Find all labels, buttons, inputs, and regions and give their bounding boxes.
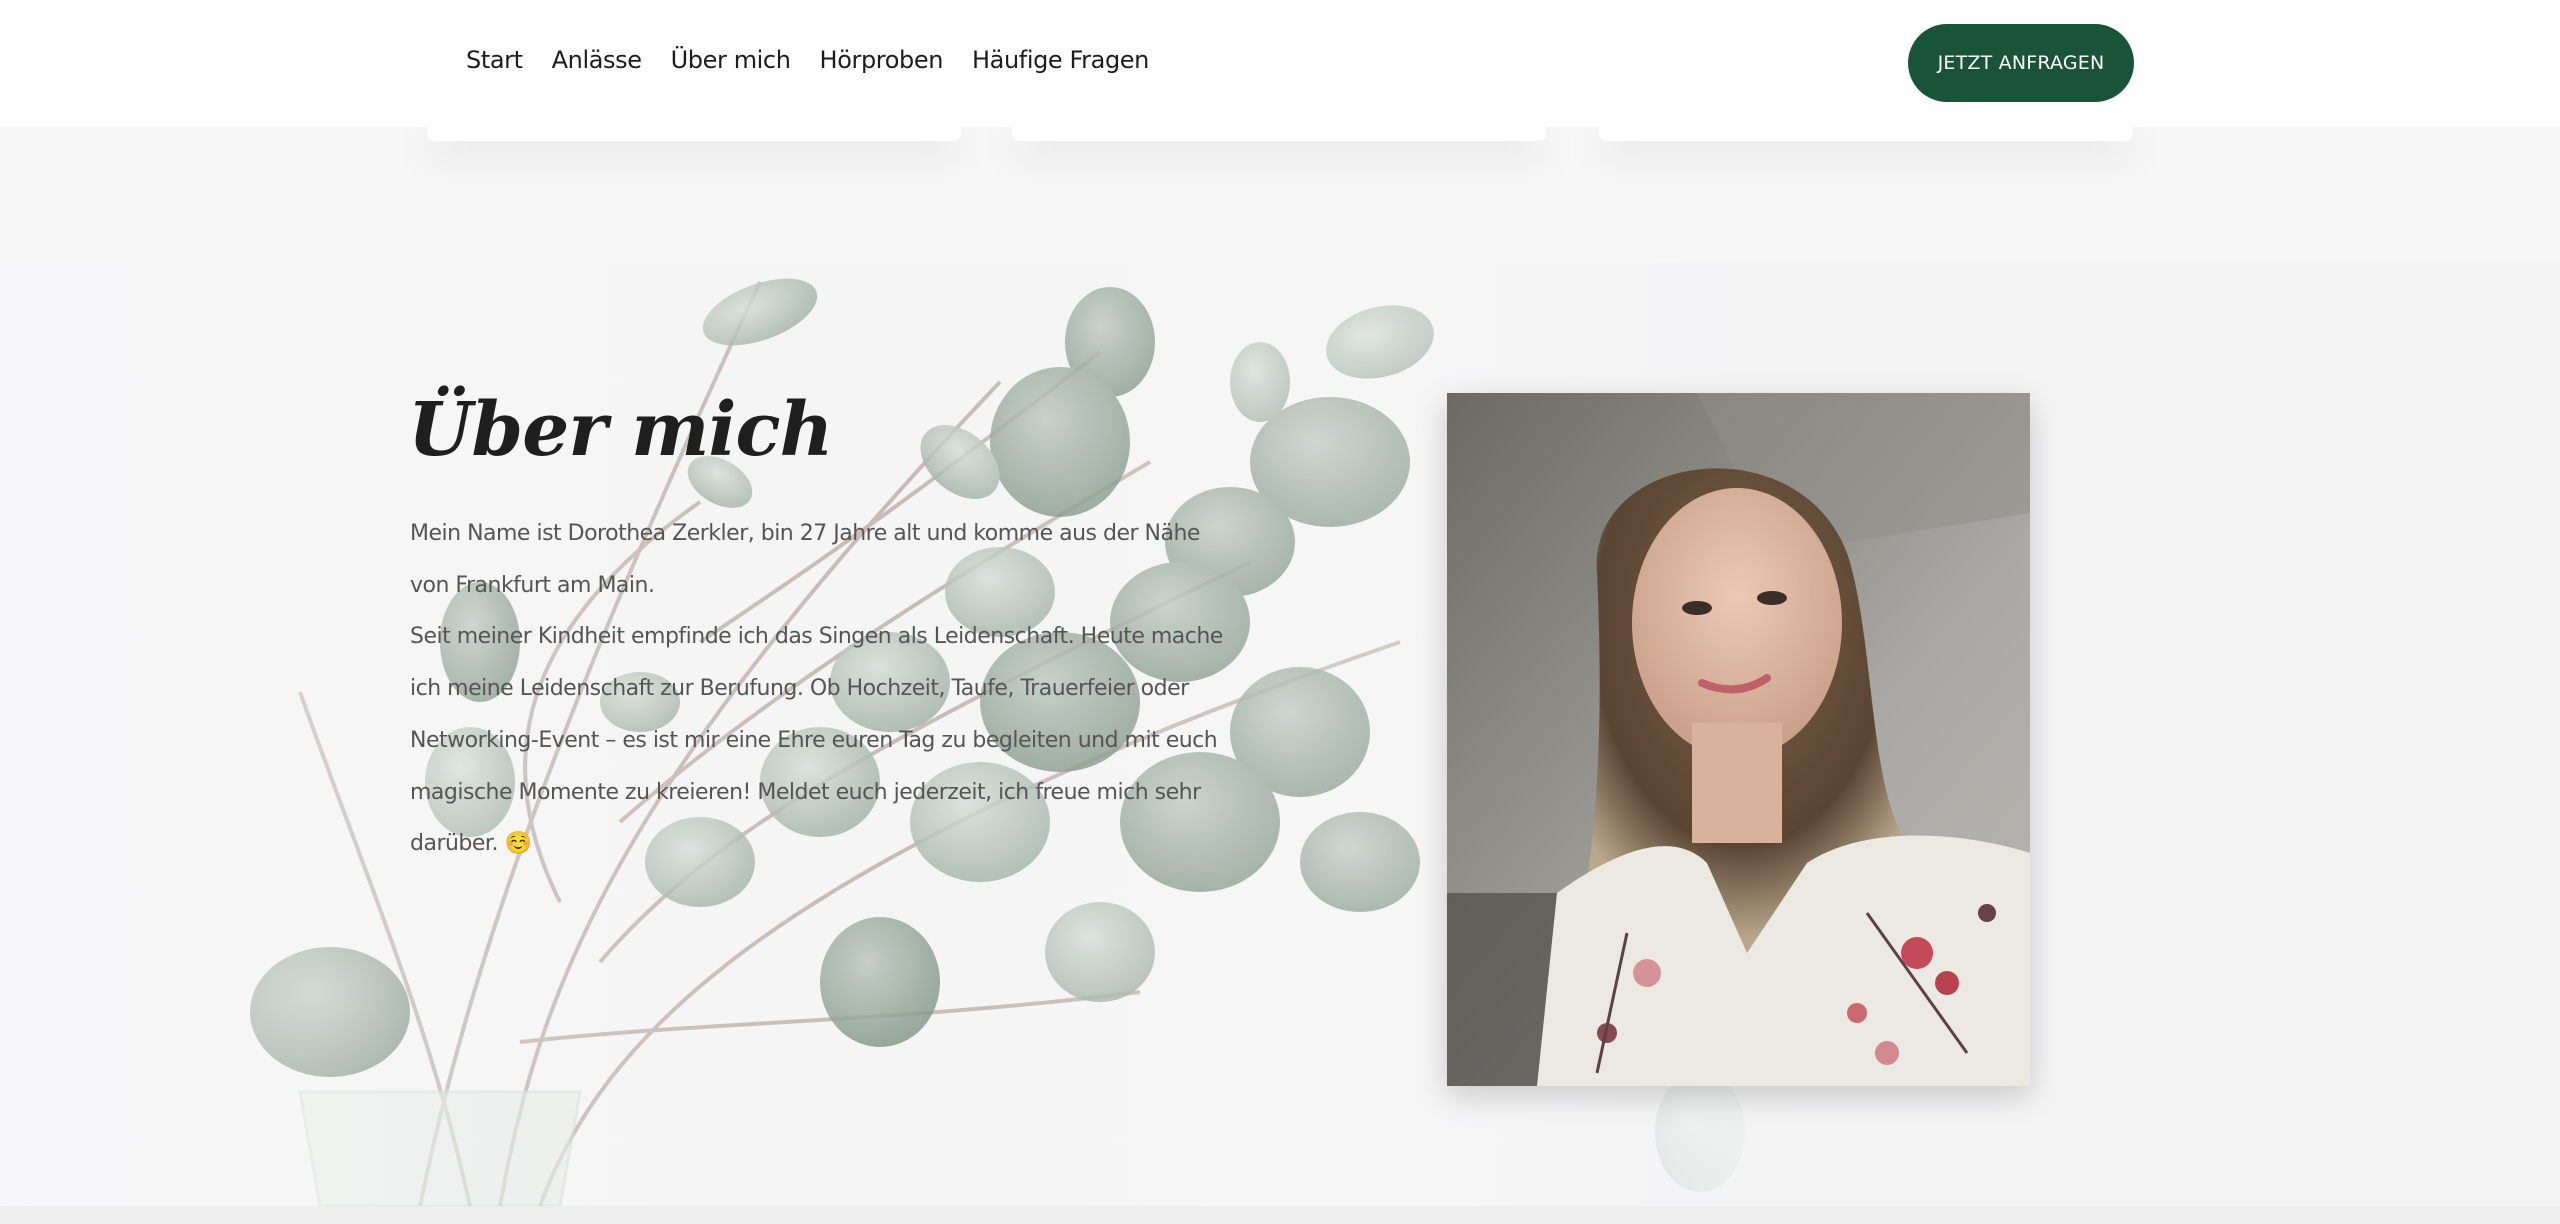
request-now-button[interactable]: JETZT ANFRAGEN	[1908, 24, 2134, 102]
nav-item-ueber-mich[interactable]: Über mich	[671, 46, 791, 74]
nav-item-hoerproben[interactable]: Hörproben	[820, 46, 944, 74]
about-section: Über mich Mein Name ist Dorothea Zerkler…	[0, 262, 2560, 1206]
next-section-edge	[0, 1206, 2560, 1224]
background-overlay	[0, 262, 2560, 1206]
main-nav: Start Anlässe Über mich Hörproben Häufig…	[466, 46, 1178, 74]
about-title: Über mich	[408, 387, 833, 473]
occasions-card-strip	[0, 117, 2560, 262]
nav-item-haeufige-fragen[interactable]: Häufige Fragen	[972, 46, 1149, 74]
nav-item-anlaesse[interactable]: Anlässe	[552, 46, 642, 74]
about-paragraph-passion: Seit meiner Kindheit empfinde ich das Si…	[410, 624, 1223, 857]
about-text: Mein Name ist Dorothea Zerkler, bin 27 J…	[410, 508, 1240, 870]
page: Start Anlässe Über mich Hörproben Häufig…	[0, 0, 2560, 1224]
site-header: Start Anlässe Über mich Hörproben Häufig…	[0, 0, 2560, 127]
about-paragraph-intro: Mein Name ist Dorothea Zerkler, bin 27 J…	[410, 521, 1200, 598]
nav-item-start[interactable]: Start	[466, 46, 523, 74]
portrait-photo	[1447, 393, 2030, 1086]
